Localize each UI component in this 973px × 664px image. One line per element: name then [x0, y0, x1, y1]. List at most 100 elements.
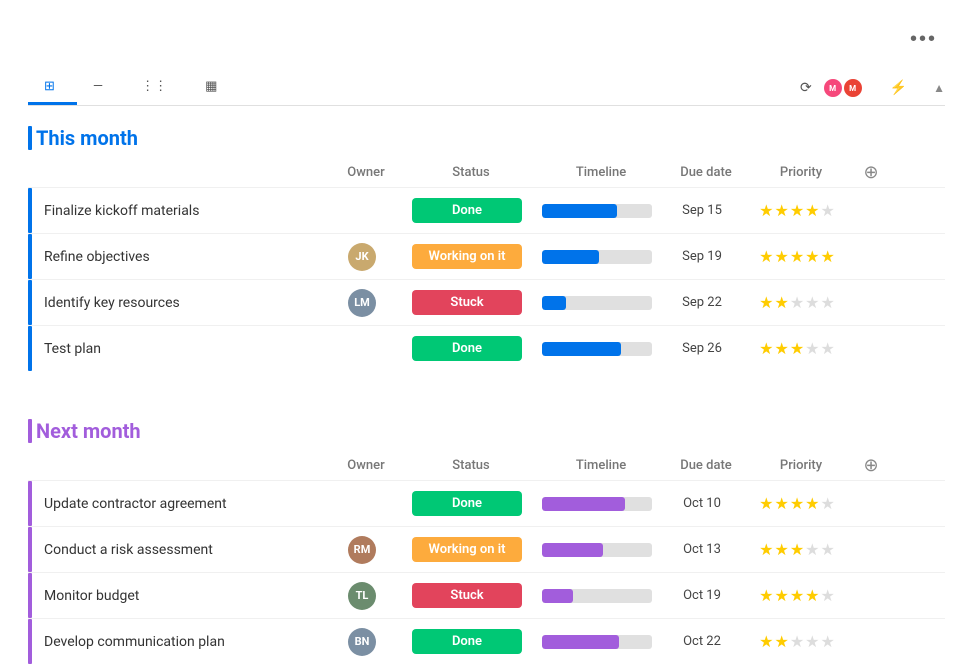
automate-button[interactable]: ⚡ — [882, 76, 921, 100]
star-filled[interactable]: ★ — [759, 201, 773, 220]
star-filled[interactable]: ★ — [774, 586, 788, 605]
add-column-button[interactable]: ⊕ — [863, 162, 878, 183]
section-title-next-month: Next month — [36, 419, 141, 443]
star-filled[interactable]: ★ — [790, 540, 804, 559]
tab-main-table[interactable]: ⊞ — [28, 71, 77, 105]
star-filled[interactable]: ★ — [759, 540, 773, 559]
star-filled[interactable]: ★ — [790, 586, 804, 605]
table-row[interactable]: Test planDoneSep 26★★★★★ — [28, 325, 945, 371]
timeline-bar-wrapper — [542, 543, 652, 557]
integrate-button[interactable]: ⟳ M M — [792, 75, 870, 101]
star-filled[interactable]: ★ — [759, 339, 773, 358]
cell-priority: ★★★★★ — [742, 540, 852, 559]
star-filled[interactable]: ★ — [759, 632, 773, 651]
header-row: ••• — [28, 24, 945, 55]
row-color-border — [28, 619, 32, 664]
star-empty[interactable]: ★ — [805, 339, 819, 358]
timeline-bar-wrapper — [542, 342, 652, 356]
star-empty[interactable]: ★ — [821, 201, 835, 220]
cell-status[interactable]: Done — [402, 491, 532, 516]
table-row[interactable]: Monitor budgetTLStuckOct 19★★★★★ — [28, 572, 945, 618]
monday-icon: M — [824, 79, 842, 97]
star-filled[interactable]: ★ — [790, 339, 804, 358]
col-status-header: Status — [406, 458, 536, 473]
star-filled[interactable]: ★ — [805, 586, 819, 605]
tabs-left: ⊞ — ⋮⋮ ▦ — [28, 71, 263, 105]
col-timeline-header: Timeline — [536, 165, 666, 180]
star-filled[interactable]: ★ — [774, 339, 788, 358]
row-color-border — [28, 280, 32, 325]
cell-due-date: Oct 10 — [662, 496, 742, 511]
section-header-next-month: Next month — [28, 419, 945, 443]
star-filled[interactable]: ★ — [774, 494, 788, 513]
star-empty[interactable]: ★ — [821, 586, 835, 605]
more-options-button[interactable]: ••• — [902, 24, 945, 55]
star-filled[interactable]: ★ — [774, 632, 788, 651]
section-next-month: Next month Owner Status Timeline Due dat… — [28, 399, 945, 664]
col-owner-header: Owner — [326, 165, 406, 180]
star-filled[interactable]: ★ — [805, 494, 819, 513]
tab-timeline[interactable]: — — [77, 71, 125, 105]
section-title-this-month: This month — [36, 126, 138, 150]
star-empty[interactable]: ★ — [821, 494, 835, 513]
collapse-button[interactable]: ▲ — [933, 81, 945, 95]
col-owner-header: Owner — [326, 458, 406, 473]
star-filled[interactable]: ★ — [759, 586, 773, 605]
table-row[interactable]: Refine objectivesJKWorking on itSep 19★★… — [28, 233, 945, 279]
star-empty[interactable]: ★ — [805, 632, 819, 651]
star-empty[interactable]: ★ — [805, 293, 819, 312]
cell-status[interactable]: Done — [402, 336, 532, 361]
cell-timeline — [532, 635, 662, 649]
status-badge: Done — [412, 198, 522, 223]
section-color-bar-next-month — [28, 419, 32, 443]
star-filled[interactable]: ★ — [790, 494, 804, 513]
cell-owner: LM — [322, 289, 402, 317]
star-filled[interactable]: ★ — [774, 540, 788, 559]
star-filled[interactable]: ★ — [805, 247, 819, 266]
col-priority-header: Priority — [746, 165, 856, 180]
table-row[interactable]: Develop communication planBNDoneOct 22★★… — [28, 618, 945, 664]
cell-status[interactable]: Stuck — [402, 583, 532, 608]
star-filled[interactable]: ★ — [759, 494, 773, 513]
star-empty[interactable]: ★ — [821, 339, 835, 358]
row-color-border — [28, 234, 32, 279]
star-filled[interactable]: ★ — [774, 293, 788, 312]
star-filled[interactable]: ★ — [790, 247, 804, 266]
cell-timeline — [532, 589, 662, 603]
table-row[interactable]: Conduct a risk assessmentRMWorking on it… — [28, 526, 945, 572]
add-column-button[interactable]: ⊕ — [863, 455, 878, 476]
cell-status[interactable]: Working on it — [402, 244, 532, 269]
star-filled[interactable]: ★ — [759, 247, 773, 266]
tab-kanban[interactable]: ⋮⋮ — [125, 71, 189, 105]
star-empty[interactable]: ★ — [821, 632, 835, 651]
star-empty[interactable]: ★ — [805, 540, 819, 559]
cell-owner: BN — [322, 628, 402, 656]
avatar: TL — [348, 582, 376, 610]
cell-owner: RM — [322, 536, 402, 564]
star-filled[interactable]: ★ — [790, 201, 804, 220]
cell-priority: ★★★★★ — [742, 586, 852, 605]
table-row[interactable]: Finalize kickoff materialsDoneSep 15★★★★… — [28, 187, 945, 233]
star-empty[interactable]: ★ — [821, 540, 835, 559]
star-filled[interactable]: ★ — [774, 201, 788, 220]
star-filled[interactable]: ★ — [774, 247, 788, 266]
cell-status[interactable]: Working on it — [402, 537, 532, 562]
table-row[interactable]: Update contractor agreementDoneOct 10★★★… — [28, 480, 945, 526]
star-empty[interactable]: ★ — [790, 632, 804, 651]
tab-dashboard[interactable]: ▦ — [189, 71, 239, 105]
star-filled[interactable]: ★ — [759, 293, 773, 312]
star-empty[interactable]: ★ — [790, 293, 804, 312]
add-tab-button[interactable] — [239, 80, 263, 96]
cell-status[interactable]: Stuck — [402, 290, 532, 315]
cell-timeline — [532, 342, 662, 356]
star-empty[interactable]: ★ — [821, 293, 835, 312]
col-header-next-month: Owner Status Timeline Due date Priority … — [36, 451, 945, 480]
star-filled[interactable]: ★ — [821, 247, 835, 266]
cell-status[interactable]: Done — [402, 629, 532, 654]
cell-due-date: Oct 13 — [662, 542, 742, 557]
star-filled[interactable]: ★ — [805, 201, 819, 220]
table-row[interactable]: Identify key resourcesLMStuckSep 22★★★★★ — [28, 279, 945, 325]
row-color-border — [28, 481, 32, 526]
gmail-icon: M — [844, 79, 862, 97]
cell-status[interactable]: Done — [402, 198, 532, 223]
